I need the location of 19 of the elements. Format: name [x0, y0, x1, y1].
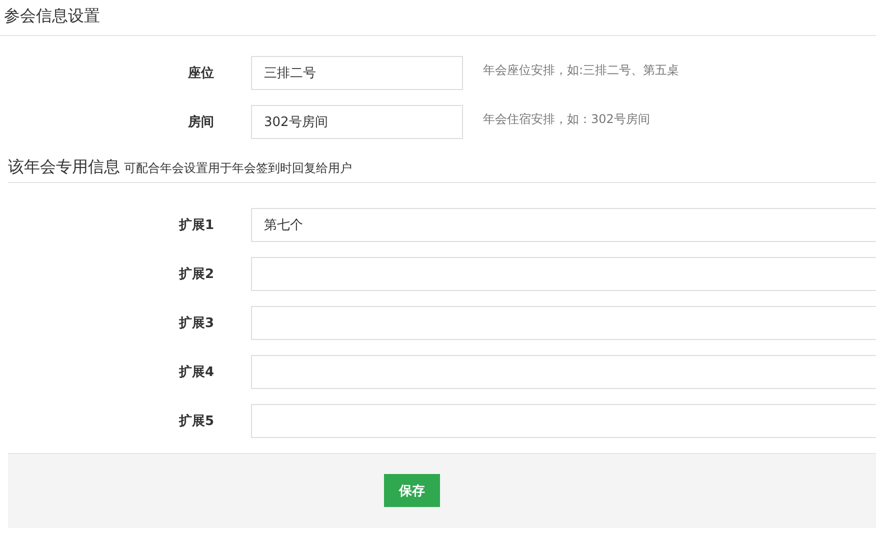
page-title: 参会信息设置: [0, 0, 876, 36]
hint-text: 年会座位安排，如:三排二号、第五桌: [483, 62, 680, 78]
input-field[interactable]: 三排二号: [251, 56, 463, 90]
field-label: 扩展3: [178, 314, 214, 332]
field-label: 扩展1: [178, 216, 214, 234]
field-label: 房间: [187, 114, 214, 131]
input-field[interactable]: [251, 404, 876, 438]
field-label: 扩展4: [178, 364, 214, 381]
input-field[interactable]: [251, 306, 876, 340]
input-field[interactable]: [251, 257, 876, 291]
hint-text: 年会住宿安排，如：302号房间: [483, 110, 650, 128]
input-field[interactable]: [251, 355, 876, 389]
section-subtitle: 可配合年会设置用于年会签到时回复给用户: [124, 160, 352, 177]
field-label: 扩展2: [178, 266, 214, 283]
field-label: 座位: [186, 64, 214, 82]
field-label: 扩展5: [178, 412, 214, 430]
input-field[interactable]: 第七个: [251, 208, 876, 242]
section-title: 该年会专用信息: [8, 157, 120, 178]
input-field[interactable]: 302号房间: [251, 105, 463, 139]
